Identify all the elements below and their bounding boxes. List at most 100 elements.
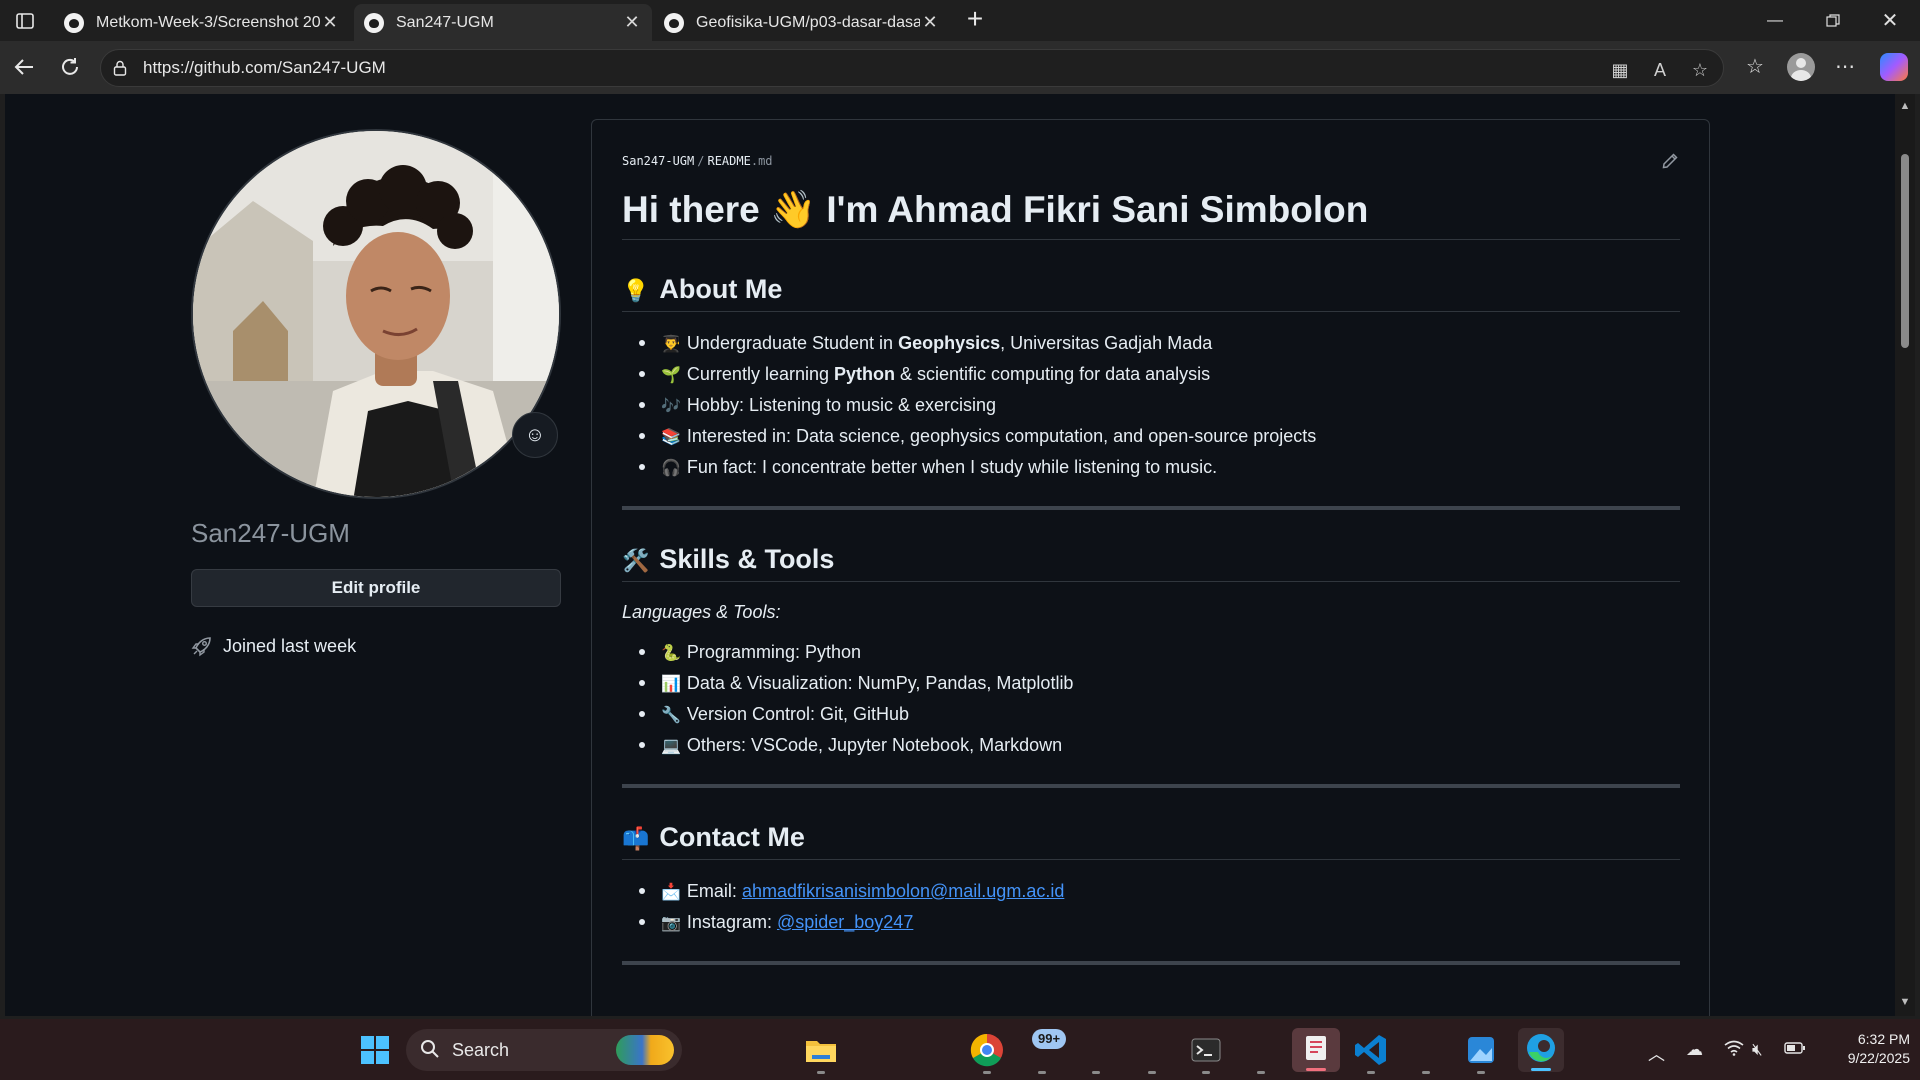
item-text: Undergraduate Student in — [686, 333, 899, 353]
music-notes-icon: 🎶 — [661, 398, 681, 415]
close-tab-icon[interactable]: ✕ — [622, 12, 642, 33]
back-icon[interactable] — [10, 53, 38, 81]
photos-icon[interactable] — [1462, 1031, 1500, 1069]
file-explorer-icon[interactable] — [802, 1031, 840, 1069]
list-item: 🌱 Currently learning Python & scientific … — [622, 359, 1680, 390]
email-link[interactable]: ahmadfikrisanisimbolon@mail.ugm.ac.id — [742, 881, 1064, 901]
search-label: Search — [452, 1040, 510, 1060]
more-icon[interactable]: ⋯ — [1832, 54, 1858, 80]
divider — [622, 961, 1680, 965]
snipping-tool-icon[interactable] — [1292, 1028, 1340, 1072]
running-indicator — [1202, 1071, 1210, 1074]
lightbulb-icon: 💡 — [622, 278, 650, 303]
volume-muted-icon[interactable]: 🔇︎ — [1752, 1040, 1763, 1060]
rocket-icon — [191, 635, 213, 657]
new-tab-icon[interactable]: + — [962, 5, 988, 34]
edit-profile-button[interactable]: Edit profile — [191, 569, 561, 607]
list-item: 📚 Interested in: Data science, geophysics… — [622, 421, 1680, 452]
readme-content: Hi there 👋 I'm Ahmad Fikri Sani Simbolon… — [622, 182, 1680, 965]
running-indicator — [1148, 1071, 1156, 1074]
running-indicator — [1477, 1071, 1485, 1074]
github-icon — [64, 12, 84, 33]
copilot-icon[interactable] — [1880, 53, 1908, 81]
clock-date: 9/22/2025 — [1847, 1050, 1910, 1066]
clock-time: 6:32 PM — [1857, 1031, 1910, 1047]
item-text: Version Control: Git, GitHub — [686, 704, 910, 724]
item-text: Data & Visualization: NumPy, Pandas, Mat… — [686, 673, 1074, 693]
envelope-icon: 📩 — [661, 884, 681, 901]
windows-taskbar: Search 99+ ︿ ☁ 🔇︎ 6:32 PM 9/22/2025 — [0, 1019, 1920, 1080]
readme-file-ext: .md — [750, 154, 773, 168]
profile-icon[interactable] — [1787, 53, 1815, 81]
list-item: 📊 Data & Visualization: NumPy, Pandas, Ma… — [622, 668, 1680, 699]
wifi-icon[interactable] — [1724, 1040, 1744, 1061]
item-text: Others: VSCode, Jupyter Notebook, Markdo… — [686, 735, 1063, 755]
profile-username: San247-UGM — [191, 518, 350, 548]
system-clock[interactable]: 6:32 PM 9/22/2025 — [1820, 1030, 1910, 1068]
scroll-down-icon[interactable]: ▼ — [1899, 996, 1911, 1008]
list-item: 🎧 Fun fact: I concentrate better when I s… — [622, 452, 1680, 483]
tab-metkom[interactable]: Metkom-Week-3/Screenshot 202 ✕ — [54, 4, 350, 41]
instagram-link[interactable]: @spider_boy247 — [777, 912, 913, 932]
readme-file-link[interactable]: README — [707, 154, 750, 168]
running-indicator — [983, 1071, 991, 1074]
vscode-icon[interactable] — [1352, 1031, 1390, 1069]
split-screen-icon[interactable]: ▦ — [1609, 59, 1631, 81]
edit-readme-pencil-icon[interactable] — [1661, 152, 1679, 170]
favorite-star-icon[interactable]: ☆ — [1689, 59, 1711, 81]
set-status-emoji-icon[interactable]: ☺ — [512, 412, 558, 458]
item-bold: Geophysics — [898, 333, 1001, 353]
chrome-icon[interactable] — [968, 1031, 1006, 1069]
readme-card: San247-UGM / README.md Hi there 👋 I'm Ahma… — [591, 119, 1710, 1016]
minimize-icon[interactable]: — — [1747, 4, 1803, 38]
read-aloud-icon[interactable]: A — [1649, 59, 1671, 81]
item-text: Interested in: Data science, geophysics … — [686, 426, 1317, 446]
tab-title: Geofisika-UGM/p03-dasar-dasar- — [696, 13, 920, 31]
running-indicator — [1422, 1071, 1430, 1074]
list-item: 📷 Instagram: @spider_boy247 — [622, 907, 1680, 938]
show-hidden-icons-icon[interactable]: ︿ — [1648, 1040, 1665, 1065]
profile-avatar[interactable] — [191, 129, 561, 499]
skills-list: 🐍 Programming: Python 📊 Data & Visualizati… — [622, 637, 1680, 761]
url-text[interactable]: https://github.com/San247-UGM — [143, 58, 386, 78]
about-list: 👨‍🎓 Undergraduate Student in Geophysics, … — [622, 328, 1680, 483]
list-item: 🐍 Programming: Python — [622, 637, 1680, 668]
path-separator: / — [697, 154, 705, 168]
hammer-wrench-icon: 🛠️ — [622, 548, 650, 573]
sidebar-icon[interactable] — [8, 8, 42, 34]
scroll-up-icon[interactable]: ▲ — [1899, 100, 1911, 112]
scrollbar-thumb[interactable] — [1901, 154, 1909, 348]
about-heading-text: About Me — [659, 274, 783, 304]
item-text: Email: — [686, 881, 742, 901]
start-icon[interactable] — [356, 1031, 394, 1069]
battery-icon[interactable] — [1784, 1040, 1806, 1060]
github-icon — [364, 12, 384, 33]
skills-subtitle: Languages & Tools: — [622, 602, 781, 622]
close-window-icon[interactable]: ✕ — [1862, 4, 1918, 38]
url-bar[interactable]: https://github.com/San247-UGM ▦ A ☆ — [100, 49, 1724, 87]
readme-owner-link[interactable]: San247-UGM — [622, 154, 694, 168]
github-icon — [664, 12, 684, 33]
maximize-icon[interactable] — [1805, 4, 1861, 38]
close-tab-icon[interactable]: ✕ — [920, 12, 940, 33]
running-indicator — [1367, 1071, 1375, 1074]
tab-san247-ugm[interactable]: San247-UGM ✕ — [354, 4, 652, 41]
favorites-icon[interactable]: ☆ — [1742, 54, 1768, 80]
close-tab-icon[interactable]: ✕ — [320, 12, 340, 33]
item-text: , Universitas Gadjah Mada — [1000, 333, 1213, 353]
edge-icon[interactable] — [1518, 1028, 1564, 1072]
tab-geofisika[interactable]: Geofisika-UGM/p03-dasar-dasar- ✕ — [654, 4, 950, 41]
divider — [622, 784, 1680, 788]
terminal-icon[interactable] — [1187, 1031, 1225, 1069]
taskbar-search[interactable]: Search — [406, 1029, 682, 1071]
list-item: 👨‍🎓 Undergraduate Student in Geophysics, … — [622, 328, 1680, 359]
tab-title: Metkom-Week-3/Screenshot 202 — [96, 13, 320, 31]
page-scrollbar[interactable]: ▲ ▼ — [1895, 94, 1915, 1016]
laptop-icon: 💻 — [661, 738, 681, 755]
tab-title: San247-UGM — [396, 13, 494, 31]
refresh-icon[interactable] — [56, 53, 84, 81]
onedrive-icon[interactable]: ☁ — [1686, 1040, 1703, 1060]
tab-strip: Metkom-Week-3/Screenshot 202 ✕ San247-UG… — [0, 0, 1920, 41]
item-text: Instagram: — [686, 912, 777, 932]
lock-icon[interactable] — [113, 60, 127, 76]
